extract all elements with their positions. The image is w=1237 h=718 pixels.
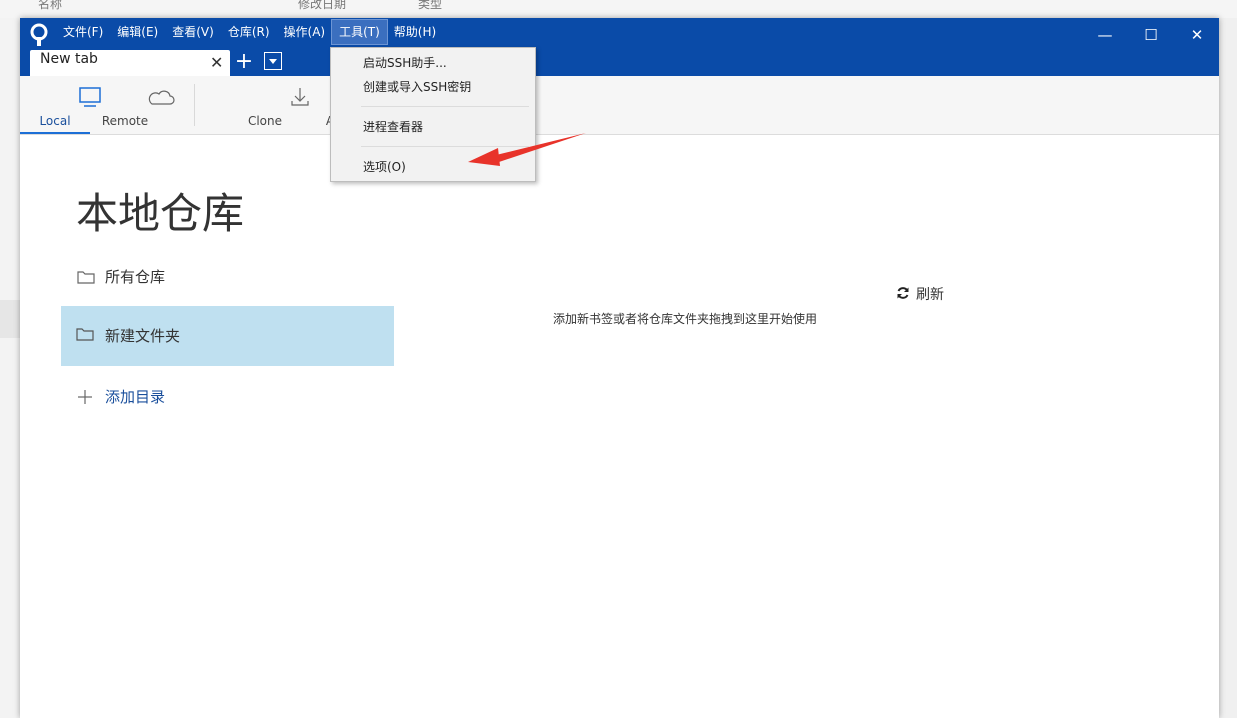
tab-label: New tab (40, 51, 98, 67)
clone-button[interactable]: Clone (230, 76, 309, 134)
clone-label: Clone (247, 114, 283, 128)
menu-bar: 文件(F) 编辑(E) 查看(V) 仓库(R) 操作(A) 工具(T) 帮助(H… (56, 19, 443, 48)
menu-item-ssh-keys[interactable]: 创建或导入SSH密钥 (363, 78, 471, 95)
tab-new-tab[interactable]: New tab ✕ (30, 50, 230, 76)
sidebar-item-label: 所有仓库 (105, 268, 166, 286)
page-title: 本地仓库 (76, 189, 245, 238)
minimize-button[interactable]: — (1082, 22, 1128, 48)
remote-label: Remote (101, 114, 149, 128)
toolbar: Local Remote Clone A (20, 76, 1219, 135)
menu-item-ssh-agent[interactable]: 启动SSH助手... (363, 54, 447, 71)
menu-repository[interactable]: 仓库(R) (221, 20, 277, 44)
background-left-edge (0, 18, 20, 718)
refresh-icon (897, 287, 909, 299)
sidebar-item-all-repos[interactable]: 所有仓库 (61, 247, 394, 307)
menu-tools[interactable]: 工具(T) (331, 19, 388, 45)
refresh-label: 刷新 (916, 287, 944, 303)
remote-button[interactable]: Remote (90, 76, 175, 134)
add-directory-button[interactable]: 添加目录 (61, 367, 394, 427)
toolbar-divider (194, 84, 195, 126)
local-button[interactable]: Local (20, 76, 101, 134)
background-explorer-header: 名称 修改日期 类型 (0, 0, 1237, 19)
add-tab-button[interactable]: + (233, 49, 255, 75)
folder-icon (77, 271, 95, 284)
folder-icon (76, 328, 94, 341)
annotation-arrow-icon (468, 133, 586, 166)
bg-column-name: 名称 (38, 0, 63, 11)
menu-item-options[interactable]: 选项(O) (363, 158, 406, 175)
bg-column-date: 修改日期 (298, 0, 347, 11)
sidebar-item-new-folder[interactable]: 新建文件夹 (61, 306, 394, 366)
menu-edit[interactable]: 编辑(E) (110, 20, 165, 44)
tab-close-icon[interactable]: ✕ (210, 53, 223, 72)
local-label: Local (39, 114, 71, 128)
menu-help[interactable]: 帮助(H) (387, 20, 443, 44)
plus-icon (78, 390, 92, 404)
add-directory-label: 添加目录 (105, 388, 166, 406)
sourcetree-window: 文件(F) 编辑(E) 查看(V) 仓库(R) 操作(A) 工具(T) 帮助(H… (20, 18, 1219, 718)
maximize-button[interactable]: ☐ (1128, 22, 1174, 48)
background-right-edge (1219, 18, 1237, 718)
sidebar-item-label: 新建文件夹 (105, 327, 181, 345)
sourcetree-logo-icon (30, 23, 48, 46)
tab-list-dropdown-button[interactable] (264, 52, 282, 70)
empty-state-hint: 添加新书签或者将仓库文件夹拖拽到这里开始使用 (553, 312, 818, 326)
menu-item-process-viewer[interactable]: 进程查看器 (363, 118, 423, 135)
menu-actions[interactable]: 操作(A) (277, 20, 333, 44)
cloud-icon (148, 90, 175, 105)
menu-icon-gutter (331, 48, 357, 181)
menu-separator (361, 106, 529, 107)
menu-view[interactable]: 查看(V) (165, 20, 221, 44)
bg-column-type: 类型 (418, 0, 443, 11)
close-button[interactable]: ✕ (1174, 22, 1220, 48)
menu-file[interactable]: 文件(F) (56, 20, 110, 44)
title-bar: 文件(F) 编辑(E) 查看(V) 仓库(R) 操作(A) 工具(T) 帮助(H… (20, 18, 1219, 76)
